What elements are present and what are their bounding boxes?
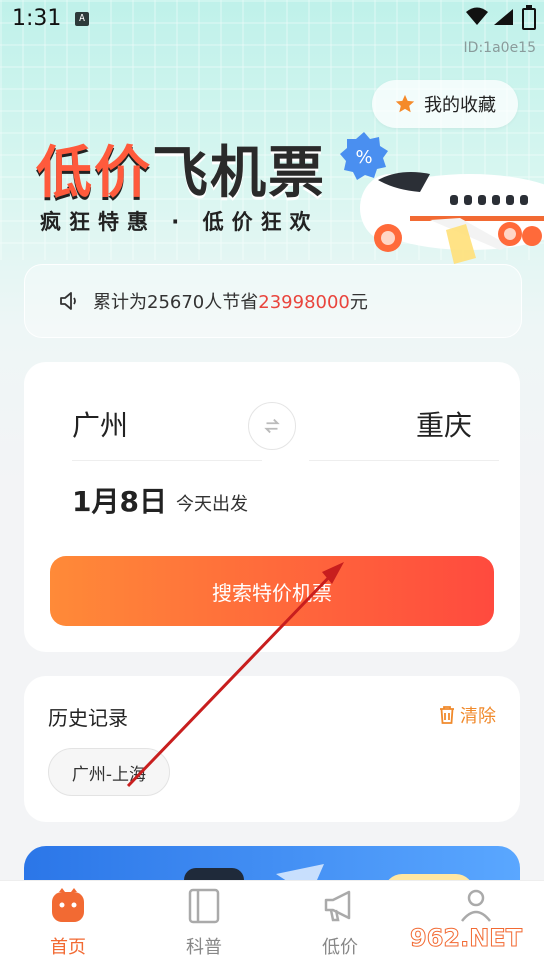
book-icon — [188, 888, 220, 924]
search-flights-button[interactable]: 搜索特价机票 — [50, 556, 494, 626]
battery-icon — [522, 5, 536, 30]
home-icon — [52, 888, 84, 922]
savings-text: 累计为25670人节省23998000元 — [93, 288, 368, 314]
tab-science[interactable]: 科普 — [164, 887, 244, 959]
watermark-text: 962.NET — [410, 924, 523, 952]
clear-history-button[interactable]: 清除 — [438, 702, 496, 728]
site-watermark-logo: 962.NET 乐游网 — [410, 924, 524, 969]
savings-people-count: 25670 — [147, 292, 205, 313]
tab-home[interactable]: 首页 — [28, 887, 108, 959]
savings-suffix: 元 — [349, 292, 368, 313]
tab-science-label: 科普 — [186, 937, 222, 958]
departure-date-note: 今天出发 — [176, 494, 248, 515]
signal-icon — [494, 9, 513, 25]
from-city[interactable]: 广州 — [72, 404, 128, 444]
clear-history-label: 清除 — [460, 706, 496, 727]
from-city-divider — [72, 460, 262, 461]
swap-cities-button[interactable] — [248, 402, 296, 450]
airplane-illustration — [360, 172, 544, 264]
banner-title-main: 飞机票 — [152, 141, 326, 206]
tab-lowprice-label: 低价 — [322, 937, 358, 958]
favorites-label: 我的收藏 — [424, 95, 496, 116]
savings-middle: 人节省 — [204, 292, 259, 313]
savings-prefix: 累计为 — [93, 292, 147, 313]
banner-title-accent: 低价 — [36, 141, 152, 206]
savings-amount: 23998000 — [258, 292, 350, 313]
history-title: 历史记录 — [48, 706, 128, 730]
speaker-icon — [60, 292, 76, 310]
megaphone-icon — [324, 890, 351, 922]
savings-notice: 累计为25670人节省23998000元 — [24, 264, 522, 338]
to-city-divider — [309, 460, 499, 461]
wifi-icon — [466, 7, 488, 25]
tab-lowprice[interactable]: 低价 — [300, 887, 380, 959]
debug-id-label: ID:1a0e15 — [463, 40, 536, 56]
flight-search-card: 广州 重庆 1月8日 今天出发 搜索特价机票 — [24, 362, 520, 652]
status-bar: 1:31 A — [0, 0, 544, 40]
banner-subtitle: 疯狂特惠 · 低价狂欢 — [40, 210, 319, 234]
watermark-subtext: 乐游网 — [478, 952, 520, 968]
swap-icon — [264, 418, 280, 434]
trash-icon — [440, 706, 454, 724]
to-city[interactable]: 重庆 — [416, 404, 472, 444]
history-item[interactable]: 广州-上海 — [48, 748, 170, 796]
banner-title: 低价飞机票 — [36, 128, 326, 209]
tab-home-label: 首页 — [50, 937, 86, 958]
status-time: 1:31 — [12, 6, 62, 31]
favorites-button[interactable]: 我的收藏 — [372, 80, 518, 128]
history-card: 历史记录 清除 广州-上海 — [24, 676, 520, 822]
app-notification-icon: A — [75, 12, 89, 26]
departure-date[interactable]: 1月8日 — [72, 480, 167, 520]
star-icon — [395, 94, 415, 113]
